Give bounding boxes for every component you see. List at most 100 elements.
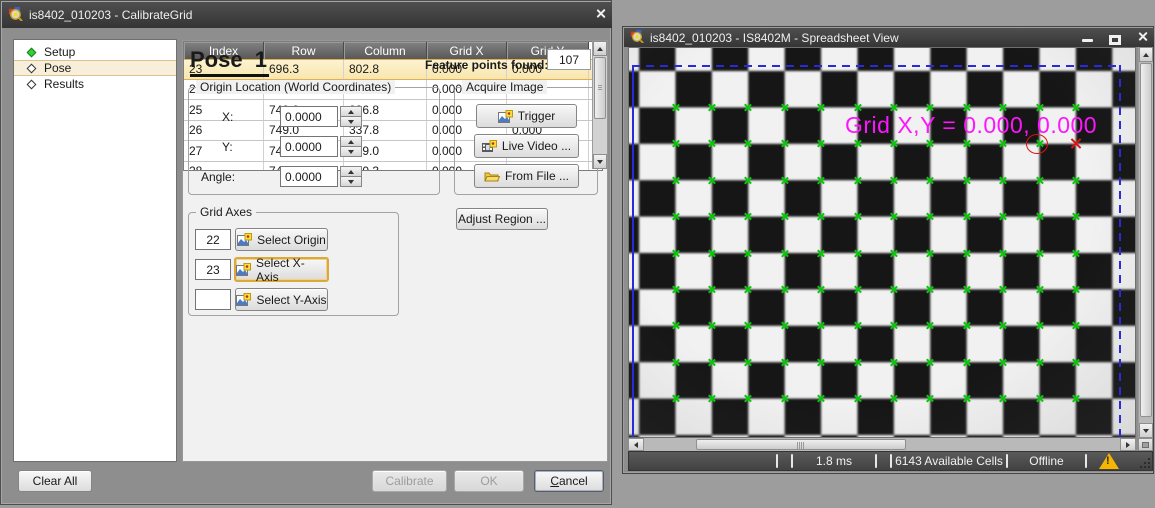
camera-trigger-icon <box>498 110 513 123</box>
feature-point-marker <box>889 139 898 148</box>
feature-point-marker <box>1071 394 1080 403</box>
feature-point-marker <box>817 103 826 112</box>
feature-point-marker <box>1071 321 1080 330</box>
table-header-column[interactable]: Column <box>344 42 427 59</box>
step-pending-icon <box>27 63 37 73</box>
feature-point-marker <box>889 285 898 294</box>
feature-point-marker <box>1071 103 1080 112</box>
minimize-icon[interactable] <box>1082 31 1093 45</box>
feature-point-marker <box>671 176 680 185</box>
feature-point-marker <box>853 103 862 112</box>
close-icon[interactable] <box>595 8 606 22</box>
x-stepper[interactable] <box>340 106 362 127</box>
table-header-row[interactable]: Row <box>264 42 344 59</box>
angle-stepper[interactable] <box>340 166 362 187</box>
live-video-button[interactable]: Live Video ... <box>474 134 579 158</box>
feature-point-marker <box>853 139 862 148</box>
x-field[interactable]: 0.0000 <box>280 106 338 127</box>
adjust-region-button[interactable]: Adjust Region ... <box>456 208 548 230</box>
clear-all-button[interactable]: Clear All <box>18 470 92 492</box>
feature-points-label: Feature points found: <box>425 58 548 72</box>
select-point-icon <box>236 293 251 306</box>
feature-point-marker <box>817 394 826 403</box>
feature-point-marker <box>707 212 716 221</box>
scrollbar-corner-button[interactable] <box>1138 438 1153 451</box>
vertical-scrollbar[interactable] <box>1138 47 1153 438</box>
window-title: is8402_010203 - IS8402M - Spreadsheet Vi… <box>650 31 899 45</box>
feature-point-marker <box>707 358 716 367</box>
window-title-bar[interactable]: is8402_010203 - IS8402M - Spreadsheet Vi… <box>624 28 1154 47</box>
feature-point-marker <box>999 139 1008 148</box>
feature-point-marker <box>671 394 680 403</box>
feature-point-marker <box>853 249 862 258</box>
cancel-button[interactable]: Cancel <box>534 470 604 492</box>
y-field[interactable]: 0.0000 <box>280 136 338 157</box>
feature-point-marker <box>817 212 826 221</box>
feature-point-marker <box>671 103 680 112</box>
cancel-button-label: C <box>550 474 559 488</box>
resize-grip[interactable] <box>1148 466 1150 468</box>
feature-point-marker <box>999 358 1008 367</box>
live-video-button-label: Live Video ... <box>502 139 571 153</box>
app-icon <box>8 6 23 24</box>
tree-item-setup[interactable]: Setup <box>14 44 176 60</box>
select-origin-button[interactable]: Select Origin <box>235 228 328 251</box>
trigger-button-label: Trigger <box>518 109 556 123</box>
feature-point-marker <box>853 212 862 221</box>
feature-point-marker <box>926 394 935 403</box>
feature-point-marker <box>853 176 862 185</box>
tree-item-results[interactable]: Results <box>14 76 176 92</box>
origin-index-field[interactable]: 22 <box>195 229 231 250</box>
from-file-button[interactable]: From File ... <box>474 164 579 188</box>
warning-icon[interactable] <box>1087 452 1131 470</box>
trigger-button[interactable]: Trigger <box>476 104 577 128</box>
pose-title: Pose 1 <box>190 47 269 77</box>
maximize-icon[interactable] <box>1109 31 1121 45</box>
acquire-image-group-title: Acquire Image <box>462 80 547 94</box>
feature-point-marker <box>1035 249 1044 258</box>
feature-point-marker <box>889 249 898 258</box>
feature-point-marker <box>962 394 971 403</box>
select-x-axis-button[interactable]: Select X-Axis <box>234 257 329 282</box>
select-origin-button-label: Select Origin <box>257 233 326 247</box>
status-bar: 1.8 ms 6143 Available Cells Offline <box>628 451 1153 471</box>
feature-point-marker <box>671 212 680 221</box>
feature-point-marker <box>671 358 680 367</box>
close-icon[interactable] <box>1137 31 1148 45</box>
feature-point-marker <box>926 321 935 330</box>
select-point-icon <box>236 263 251 276</box>
angle-field[interactable]: 0.0000 <box>280 166 338 187</box>
feature-point-marker <box>889 103 898 112</box>
y-stepper[interactable] <box>340 136 362 157</box>
feature-point-marker <box>671 139 680 148</box>
calibration-image-view[interactable]: Grid X,Y = 0.000, 0.000 <box>628 47 1136 438</box>
tree-item-pose[interactable]: Pose <box>14 60 176 76</box>
folder-icon <box>484 170 500 182</box>
dialog-title-bar[interactable]: is8402_010203 - CalibrateGrid <box>2 2 612 28</box>
feature-point-marker <box>1035 321 1044 330</box>
feature-point-marker <box>926 285 935 294</box>
feature-point-marker <box>780 394 789 403</box>
feature-point-marker <box>853 358 862 367</box>
table-header-grid-x[interactable]: Grid X <box>427 42 507 59</box>
grid-axes-group-title: Grid Axes <box>196 205 256 219</box>
tree-item-label: Pose <box>44 61 71 75</box>
horizontal-scrollbar[interactable] <box>628 438 1136 451</box>
from-file-button-label: From File ... <box>505 169 569 183</box>
table-scrollbar[interactable] <box>592 41 603 169</box>
feature-point-marker <box>962 212 971 221</box>
select-point-icon <box>237 233 252 246</box>
feature-point-marker <box>926 249 935 258</box>
ok-button[interactable]: OK <box>454 470 524 492</box>
feature-point-marker <box>1071 249 1080 258</box>
calibrate-button[interactable]: Calibrate <box>372 470 447 492</box>
y-axis-index-field[interactable] <box>195 289 231 310</box>
feature-point-marker <box>926 176 935 185</box>
feature-point-marker <box>999 321 1008 330</box>
feature-point-marker <box>962 358 971 367</box>
feature-point-marker <box>744 176 753 185</box>
select-y-axis-button[interactable]: Select Y-Axis <box>235 288 328 311</box>
calibrate-grid-dialog: is8402_010203 - CalibrateGrid Setup Pose… <box>0 0 612 505</box>
x-axis-index-field[interactable]: 23 <box>195 259 231 280</box>
step-complete-icon <box>27 47 37 57</box>
